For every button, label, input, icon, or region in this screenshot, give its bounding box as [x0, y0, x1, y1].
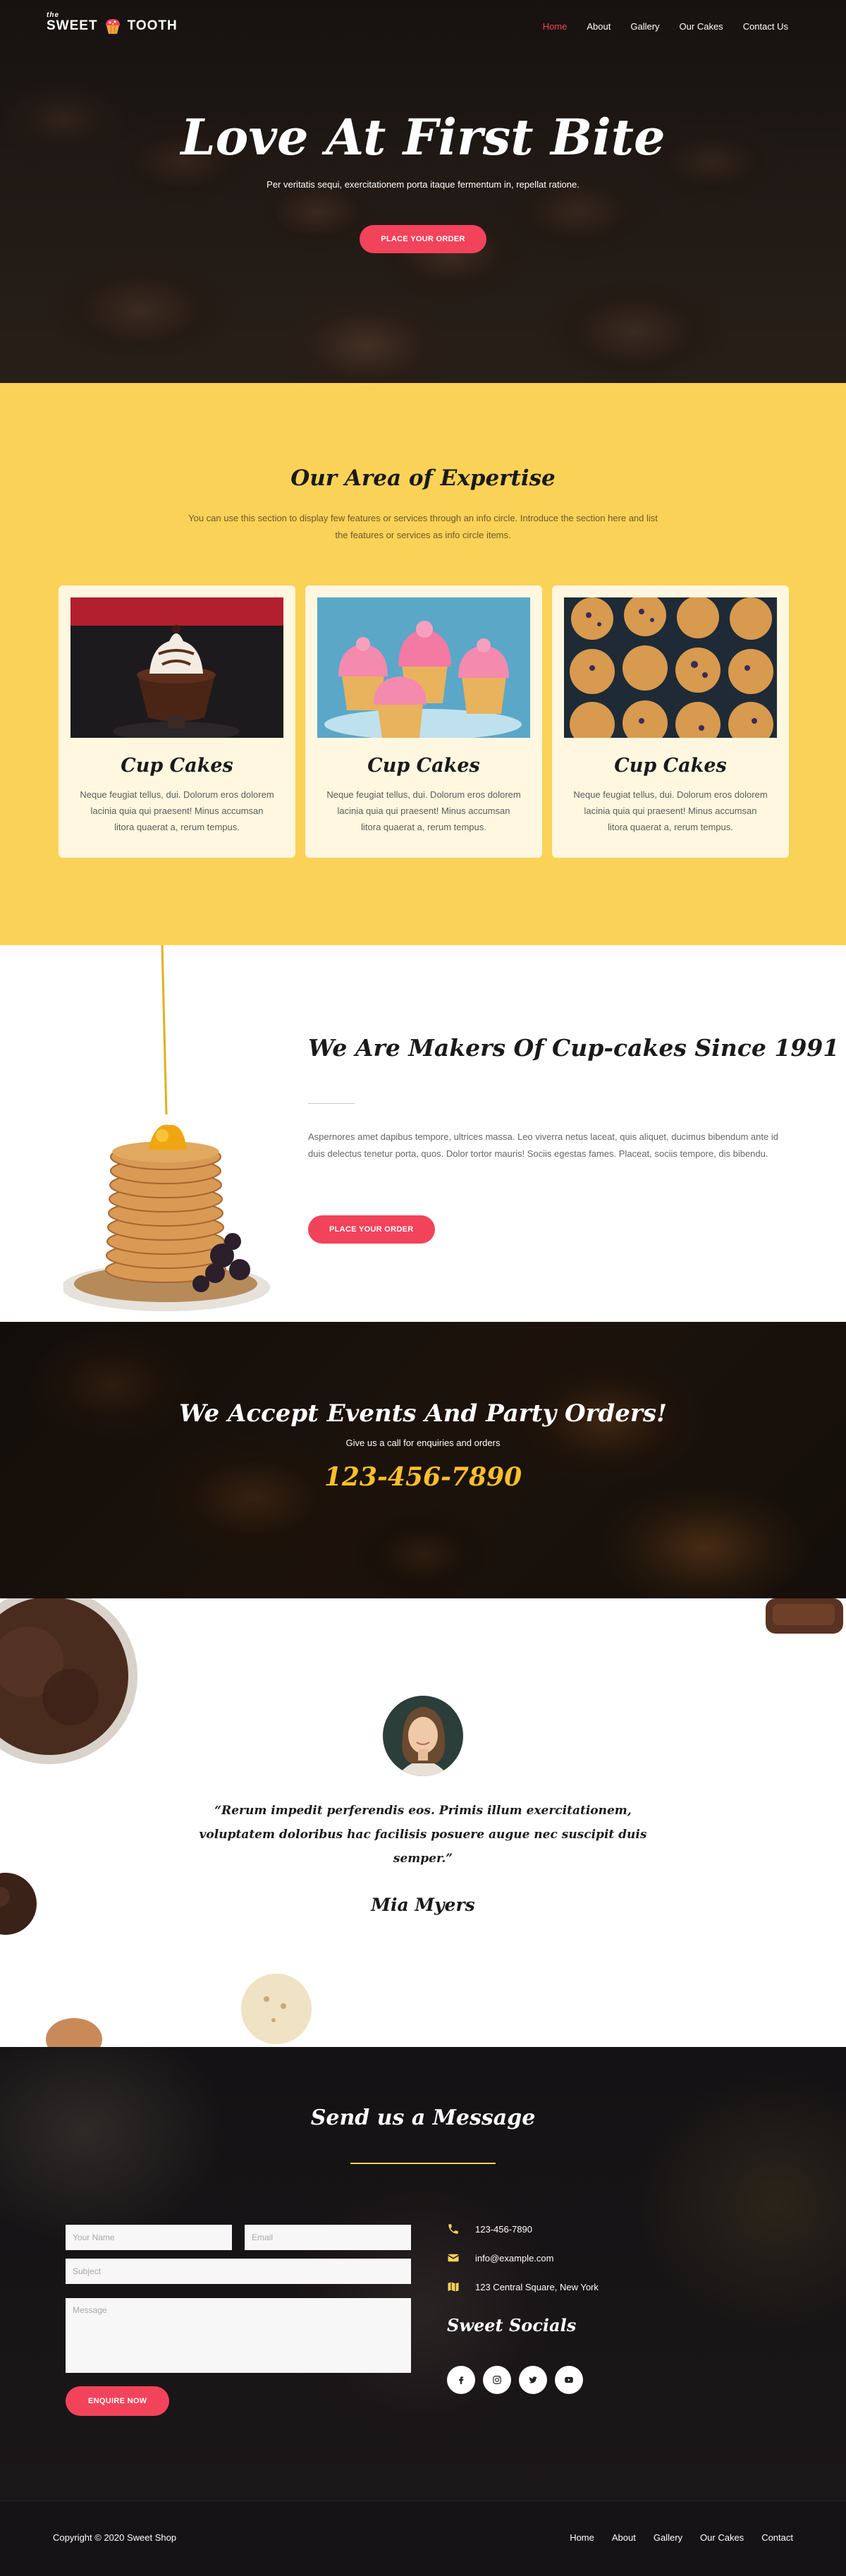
card-title: Cup Cakes [121, 755, 233, 777]
expertise-card: Cup Cakes Neque feugiat tellus, dui. Dol… [552, 585, 789, 858]
hero-section: the SWEET TOOTH Home About Gallery Our C… [0, 0, 846, 383]
divider [350, 2163, 496, 2164]
nav-contact-us[interactable]: Contact Us [743, 21, 788, 32]
name-field[interactable] [66, 2225, 232, 2250]
message-field[interactable] [66, 2298, 411, 2373]
makers-text: Aspernores amet dapibus tempore, ultrice… [308, 1131, 778, 1159]
email-field[interactable] [245, 2225, 411, 2250]
cupcake-icon [105, 19, 120, 34]
card-title: Cup Cakes [614, 755, 727, 777]
card-text: Neque feugiat tellus, dui. Dolorum eros … [80, 789, 274, 832]
footer-link-about[interactable]: About [612, 2532, 636, 2543]
nav-gallery[interactable]: Gallery [630, 21, 659, 32]
contact-address-row: 123 Central Square, New York [447, 2280, 599, 2293]
chocolate-decoration [766, 1598, 843, 1634]
socials-title: Sweet Socials [447, 2315, 577, 2335]
envelope-icon [448, 2254, 459, 2262]
card-image-chocolate-dessert [70, 597, 283, 738]
facebook-icon[interactable] [447, 2366, 475, 2394]
social-links [447, 2366, 583, 2394]
events-content: We Accept Events And Party Orders! Give … [0, 1399, 846, 1492]
nav-home[interactable]: Home [543, 21, 568, 32]
contact-email-row: info@example.com [447, 2252, 553, 2264]
makers-title: We Are Makers Of Cup-cakes Since 1991 [308, 1034, 840, 1062]
expertise-card: Cup Cakes Neque feugiat tellus, dui. Dol… [59, 585, 295, 858]
footer: Copyright © 2020 Sweet Shop Home About G… [0, 2501, 846, 2576]
events-phone[interactable]: 123-456-7890 [0, 1462, 846, 1492]
testimonial-section: “Rerum impedit perferendis eos. Primis i… [0, 1598, 846, 2047]
main-menu: Home About Gallery Our Cakes Contact Us [543, 21, 788, 32]
hero-content: Love At First Bite Per veritatis sequi, … [0, 106, 846, 253]
expertise-section: Our Area of Expertise You can use this s… [0, 383, 846, 945]
card-title: Cup Cakes [367, 755, 480, 777]
testimonial-quote: “Rerum impedit perferendis eos. Primis i… [199, 1804, 647, 1866]
expertise-intro: You can use this section to display few … [188, 513, 658, 540]
card-image-pink-cupcakes [317, 597, 530, 738]
card-image-blueberry-muffins [564, 597, 777, 738]
map-icon [448, 2282, 459, 2292]
contact-section: Send us a Message ENQUIRE NOW 123-456-78… [0, 2047, 846, 2501]
contact-title: Send us a Message [310, 2106, 536, 2130]
makers-order-button[interactable]: PLACE YOUR ORDER [308, 1215, 435, 1244]
ice-cream-scoop-decoration [241, 1974, 312, 2044]
hero-title: Love At First Bite [180, 108, 666, 166]
phone-icon [448, 2224, 458, 2234]
copyright: Copyright © 2020 Sweet Shop [53, 2532, 177, 2543]
expertise-title: Our Area of Expertise [290, 466, 556, 491]
footer-link-home[interactable]: Home [570, 2532, 594, 2543]
almond-decoration [46, 2018, 102, 2047]
events-section: We Accept Events And Party Orders! Give … [0, 1322, 846, 1598]
expertise-card: Cup Cakes Neque feugiat tellus, dui. Dol… [305, 585, 542, 858]
subject-field[interactable] [66, 2259, 411, 2284]
card-text: Neque feugiat tellus, dui. Dolorum eros … [326, 789, 521, 832]
avatar [383, 1696, 463, 1776]
hero-subtitle: Per veritatis sequi, exercitationem port… [266, 179, 580, 190]
footer-menu: Home About Gallery Our Cakes Contact [570, 2532, 793, 2543]
nav-about[interactable]: About [587, 21, 611, 32]
cocoa-bowl-decoration [0, 1598, 137, 1764]
top-nav: the SWEET TOOTH Home About Gallery Our C… [0, 0, 846, 54]
youtube-icon[interactable] [555, 2366, 583, 2394]
contact-phone-row: 123-456-7890 [447, 2223, 532, 2235]
instagram-icon[interactable] [483, 2366, 511, 2394]
hero-order-button[interactable]: PLACE YOUR ORDER [360, 225, 486, 253]
footer-link-gallery[interactable]: Gallery [654, 2532, 682, 2543]
logo[interactable]: the SWEET TOOTH [47, 11, 178, 35]
enquire-button[interactable]: ENQUIRE NOW [66, 2386, 170, 2416]
card-text: Neque feugiat tellus, dui. Dolorum eros … [573, 789, 768, 832]
twitter-icon[interactable] [519, 2366, 547, 2394]
nav-our-cakes[interactable]: Our Cakes [680, 21, 723, 32]
footer-link-contact[interactable]: Contact [761, 2532, 793, 2543]
events-title: We Accept Events And Party Orders! [179, 1399, 667, 1428]
testimonial-author: Mia Myers [371, 1895, 475, 1915]
divider [308, 1103, 355, 1104]
footer-link-our-cakes[interactable]: Our Cakes [700, 2532, 744, 2543]
events-subtitle: Give us a call for enquiries and orders [345, 1438, 501, 1448]
makers-section: We Are Makers Of Cup-cakes Since 1991 As… [0, 945, 846, 1322]
pancake-stack-image [63, 945, 270, 1311]
